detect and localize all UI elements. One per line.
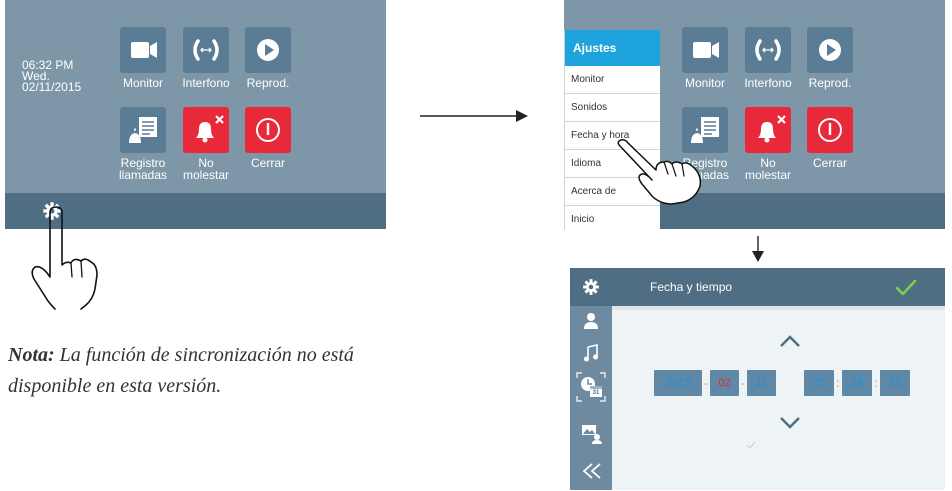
playback-label: Reprod. xyxy=(246,76,290,90)
intercom-icon xyxy=(193,39,219,61)
power-icon xyxy=(256,118,280,142)
close-label: Cerrar xyxy=(250,156,285,170)
call-log-button[interactable] xyxy=(120,107,166,153)
time-separator: : xyxy=(874,376,878,390)
intercom-label: Interfono xyxy=(182,76,230,90)
do-not-disturb-button[interactable] xyxy=(183,107,229,153)
page-title: Fecha y tiempo xyxy=(650,280,733,294)
header-bar: Fecha y tiempo xyxy=(570,268,945,306)
menu-item-sounds[interactable]: Sonidos xyxy=(565,94,660,122)
chevron-down-icon[interactable] xyxy=(778,416,802,430)
date-separator: - xyxy=(741,376,745,390)
camera-icon xyxy=(693,42,719,58)
day-field[interactable]: 11 xyxy=(747,370,776,396)
call-log-icon xyxy=(129,117,157,143)
note-label: Nota: xyxy=(8,344,55,366)
minute-field[interactable]: 28 xyxy=(842,370,872,396)
pointing-hand-icon xyxy=(31,206,98,310)
double-chevron-left-icon[interactable] xyxy=(581,462,603,480)
contacts-image-icon[interactable] xyxy=(581,424,603,444)
monitor-label: Monitor xyxy=(684,76,725,90)
pointing-hand-icon xyxy=(617,139,702,205)
date-time-screen: Fecha y tiempo 31 2015 - 02 - 11 15: 28… xyxy=(570,268,945,490)
date-separator: - xyxy=(704,376,708,390)
home-screen: 06:32 PM Wed. 02/11/2015 Monitor Interfo… xyxy=(5,0,386,229)
menu-item-home[interactable]: Inicio xyxy=(565,206,660,233)
note-body: La función de sincronización no está dis… xyxy=(8,344,354,397)
play-icon xyxy=(257,39,279,61)
close-button[interactable] xyxy=(245,107,291,153)
note-text: Nota: La función de sincronización no es… xyxy=(8,340,368,402)
settings-menu-header: Ajustes xyxy=(565,30,660,66)
user-icon[interactable] xyxy=(583,312,599,330)
hour-field[interactable]: 15 xyxy=(804,370,834,396)
time-separator: : xyxy=(836,376,840,390)
playback-label: Reprod. xyxy=(808,76,852,90)
chevron-up-icon[interactable] xyxy=(778,334,802,348)
intercom-button[interactable] xyxy=(183,27,229,73)
intercom-button[interactable] xyxy=(745,27,791,73)
monitor-button[interactable] xyxy=(682,27,728,73)
music-note-icon[interactable] xyxy=(583,344,599,362)
do-not-disturb-label-2: molestar xyxy=(744,168,791,182)
bell-muted-icon xyxy=(196,115,224,143)
arrow-down-icon xyxy=(752,236,764,262)
intercom-icon xyxy=(755,39,781,61)
gear-icon[interactable] xyxy=(582,278,600,296)
sync-checkmark-icon xyxy=(746,441,756,449)
clock-date: 02/11/2015 xyxy=(22,80,82,94)
menu-item-monitor[interactable]: Monitor xyxy=(565,66,660,94)
do-not-disturb-button[interactable] xyxy=(745,107,791,153)
checkmark-icon[interactable] xyxy=(894,278,918,298)
camera-icon xyxy=(131,42,157,58)
second-field[interactable]: 10 xyxy=(880,370,910,396)
arrow-right-icon xyxy=(420,110,528,122)
month-field[interactable]: 02 xyxy=(710,370,739,396)
intercom-label: Interfono xyxy=(744,76,792,90)
close-button[interactable] xyxy=(807,107,853,153)
playback-button[interactable] xyxy=(807,27,853,73)
monitor-label: Monitor xyxy=(122,76,163,90)
play-icon xyxy=(819,39,841,61)
playback-button[interactable] xyxy=(245,27,291,73)
call-log-label-2: llamadas xyxy=(118,168,168,182)
year-field[interactable]: 2015 xyxy=(654,370,702,396)
power-icon xyxy=(818,118,842,142)
bell-muted-icon xyxy=(758,115,786,143)
close-label: Cerrar xyxy=(812,156,847,170)
calendar-day-badge: 31 xyxy=(592,390,600,396)
date-time-tab[interactable]: 31 xyxy=(576,372,606,402)
do-not-disturb-label-2: molestar xyxy=(182,168,229,182)
monitor-button[interactable] xyxy=(120,27,166,73)
clock-calendar-icon xyxy=(576,372,606,402)
header-divider xyxy=(612,306,945,310)
